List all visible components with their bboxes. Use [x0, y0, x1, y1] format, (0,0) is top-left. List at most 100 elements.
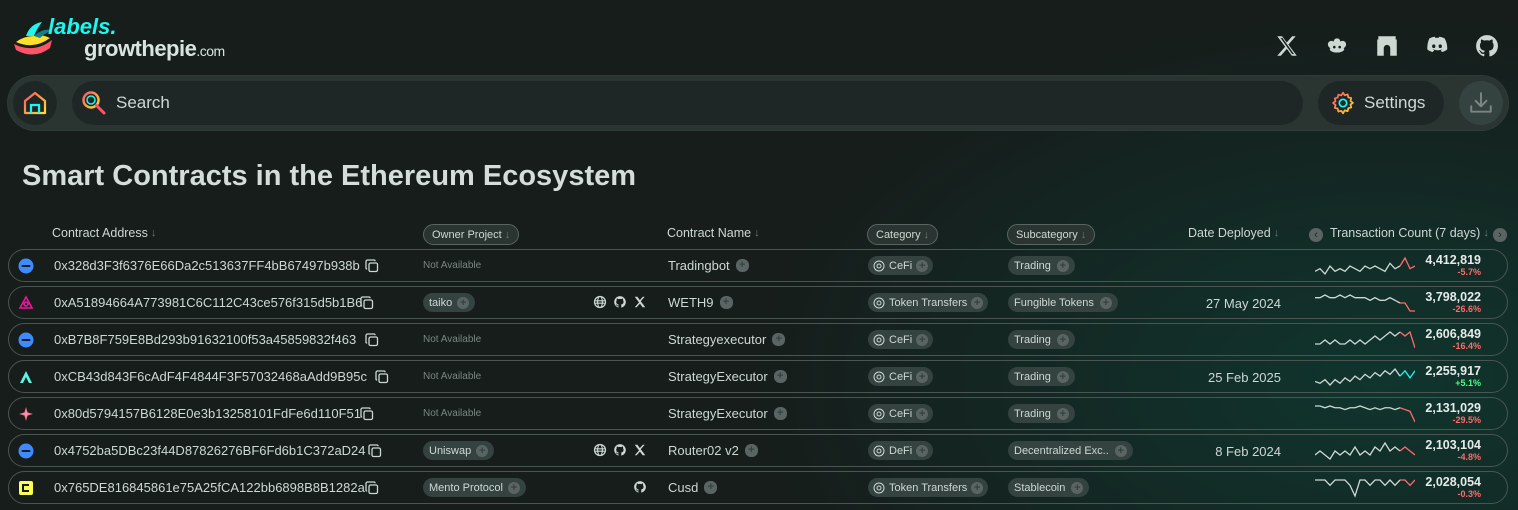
contract-name[interactable]: Strategyexecutor + [668, 332, 786, 347]
brand-logo[interactable]: labels. growthepie.com [12, 14, 225, 61]
category-pill[interactable]: CeFi + [868, 367, 934, 386]
contract-address: 0x80d5794157B6128E0e3b13258101FdFe6d110F… [54, 406, 361, 421]
table-row[interactable]: 0xB7B8F759E8Bd293b91632100f53a45859832f4… [8, 323, 1508, 356]
tx-value: 4,412,819 [1425, 253, 1481, 267]
category-icon [873, 408, 885, 419]
tx-value: 3,798,022 [1425, 290, 1481, 304]
top-bar: labels. growthepie.com [0, 0, 1518, 76]
transaction-count: 3,798,022 -26.6% [1413, 290, 1481, 315]
plus-icon: + [916, 407, 929, 420]
plus-icon: + [704, 481, 718, 494]
x-icon[interactable] [1274, 32, 1300, 60]
tx-change: -29.5% [1452, 415, 1481, 425]
column-header-owner[interactable]: Owner Project ↓ [423, 224, 520, 245]
contract-name[interactable]: StrategyExecutor + [668, 369, 787, 384]
subcategory-pill[interactable]: Trading + [1008, 367, 1075, 386]
download-button[interactable] [1459, 81, 1503, 125]
chain-celo-icon [18, 480, 34, 496]
owner-project-pill[interactable]: Mento Protocol + [423, 478, 526, 497]
category-icon [873, 260, 885, 271]
copy-icon[interactable] [360, 407, 374, 421]
lens-icon[interactable] [1324, 32, 1350, 60]
plus-icon: + [457, 296, 470, 309]
chevron-left-icon[interactable]: ‹ [1309, 228, 1323, 242]
home-icon [23, 91, 47, 115]
plus-icon: + [1056, 370, 1069, 383]
github-icon[interactable] [613, 295, 627, 309]
discord-icon[interactable] [1424, 32, 1450, 60]
settings-button[interactable]: Settings [1318, 81, 1444, 125]
contract-name[interactable]: StrategyExecutor + [668, 406, 787, 421]
subcategory-pill[interactable]: Fungible Tokens + [1008, 293, 1118, 312]
copy-icon[interactable] [368, 444, 382, 458]
copy-icon[interactable] [360, 296, 374, 310]
globe-icon[interactable] [593, 443, 607, 457]
copy-icon[interactable] [365, 259, 379, 273]
subcategory-pill[interactable]: Trading + [1008, 330, 1075, 349]
copy-icon[interactable] [365, 481, 379, 495]
github-icon[interactable] [1474, 32, 1500, 60]
contract-name[interactable]: Router02 v2 + [668, 443, 758, 458]
owner-project-pill[interactable]: taiko + [423, 293, 476, 312]
tx-change: -0.3% [1457, 489, 1481, 499]
gear-icon [1332, 91, 1354, 115]
column-header-subcategory[interactable]: Subcategory ↓ [1007, 224, 1096, 245]
plus-icon: + [773, 407, 787, 420]
contract-name[interactable]: Tradingbot + [668, 258, 749, 273]
owner-project: Not Available [423, 334, 482, 345]
plus-icon: + [916, 370, 929, 383]
transaction-count: 2,103,104 -4.8% [1413, 438, 1481, 463]
plus-icon: + [1056, 333, 1069, 346]
table-row[interactable]: 0xA51894664A773981C6C112C43ce576f315d5b1… [8, 286, 1508, 319]
copy-icon[interactable] [365, 333, 379, 347]
contract-name[interactable]: WETH9 + [668, 295, 733, 310]
copy-icon[interactable] [375, 370, 389, 384]
search-field[interactable] [72, 81, 1303, 125]
x-icon[interactable] [633, 295, 647, 309]
plus-icon: + [1099, 296, 1112, 309]
contract-name[interactable]: Cusd + [668, 480, 718, 495]
farcaster-icon[interactable] [1374, 32, 1400, 60]
column-header-address[interactable]: Contract Address ↓ [52, 226, 156, 240]
column-header-category[interactable]: Category ↓ [867, 224, 939, 245]
sparkline-chart [1315, 256, 1415, 276]
contract-address: 0x4752ba5DBc23f44D87826276BF6Fd6b1C372aD… [54, 443, 366, 458]
sort-arrow-icon: ↓ [1080, 228, 1087, 241]
contract-address: 0xB7B8F759E8Bd293b91632100f53a45859832f4… [54, 332, 357, 347]
column-header-date[interactable]: Date Deployed ↓ [1188, 226, 1279, 240]
category-pill[interactable]: Token Transfers + [868, 478, 989, 497]
subcategory-pill[interactable]: Decentralized Exc.. + [1008, 441, 1133, 460]
chain-taiko-icon [18, 295, 34, 311]
table-row[interactable]: 0xCB43d843F6cAdF4F4844F3F57032468aAdd9B9… [8, 360, 1508, 393]
sparkline-series [1315, 367, 1401, 386]
table-row[interactable]: 0x328d3F3f6376E66Da2c513637FF4bB67497b93… [8, 249, 1508, 282]
category-pill[interactable]: CeFi + [868, 404, 934, 423]
table-row[interactable]: 0x765DE816845861e75A25fCA122bb6898B8B128… [8, 471, 1508, 504]
category-pill[interactable]: CeFi + [868, 330, 934, 349]
owner-project: Not Available [423, 371, 482, 382]
table-row[interactable]: 0x80d5794157B6128E0e3b13258101FdFe6d110F… [8, 397, 1508, 430]
github-icon[interactable] [613, 443, 627, 457]
home-button[interactable] [13, 81, 57, 125]
sort-arrow-icon: ↓ [1483, 227, 1489, 239]
category-pill[interactable]: DeFi + [868, 441, 934, 460]
category-pill[interactable]: Token Transfers + [868, 293, 989, 312]
subcategory-pill[interactable]: Stablecoin + [1008, 478, 1090, 497]
table-row[interactable]: 0x4752ba5DBc23f44D87826276BF6Fd6b1C372aD… [8, 434, 1508, 467]
chevron-right-icon[interactable]: › [1493, 228, 1507, 242]
github-icon[interactable] [633, 480, 647, 494]
owner-project-pill[interactable]: Uniswap + [423, 441, 495, 460]
x-icon[interactable] [633, 443, 647, 457]
subcategory-pill[interactable]: Trading + [1008, 256, 1075, 275]
column-header-name[interactable]: Contract Name ↓ [667, 226, 760, 240]
category-pill[interactable]: CeFi + [868, 256, 934, 275]
tx-value: 2,028,054 [1425, 475, 1481, 489]
date-deployed: 25 Feb 2025 [1207, 370, 1281, 385]
column-header-txcount[interactable]: Transaction Count (7 days) ↓ [1330, 226, 1489, 240]
globe-icon[interactable] [593, 295, 607, 309]
contract-address: 0xCB43d843F6cAdF4F4844F3F57032468aAdd9B9… [54, 369, 367, 384]
chain-zksync-icon [18, 369, 34, 385]
subcategory-pill[interactable]: Trading + [1008, 404, 1075, 423]
transaction-count: 2,028,054 -0.3% [1413, 475, 1481, 500]
search-input[interactable] [116, 90, 1266, 116]
